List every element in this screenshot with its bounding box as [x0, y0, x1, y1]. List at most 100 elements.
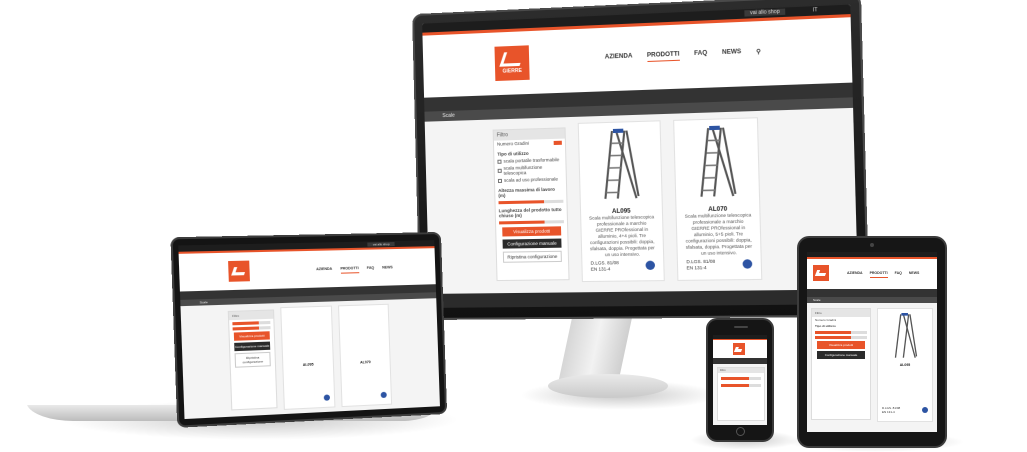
norm-line: EN 131-4: [590, 266, 611, 272]
reset-config-button[interactable]: Ripristina configurazione: [234, 351, 271, 368]
nav-item-faq[interactable]: FAQ: [895, 271, 902, 278]
hero-band: [713, 358, 767, 364]
main-nav: AZIENDA PRODOTTI FAQ NEWS: [847, 271, 919, 278]
certification-badge-icon: [380, 391, 387, 399]
height-slider[interactable]: [232, 320, 271, 326]
type-option[interactable]: scala ad uso professionale: [495, 175, 566, 184]
nav-item-prodotti[interactable]: PRODOTTI: [646, 51, 680, 63]
filter-title[interactable]: Filtro: [718, 368, 764, 373]
nav-item-azienda[interactable]: AZIENDA: [605, 53, 633, 63]
type-option-label: scala multifunzione telescopica: [503, 164, 543, 176]
product-card[interactable]: AL095 Scala multifunzione telescopica pr…: [577, 120, 665, 283]
product-norms: D.LGS. 81/08 EN 131-4: [591, 260, 619, 272]
filter-search-row[interactable]: Numero Gradini: [494, 139, 565, 148]
certification-badge-icon: [645, 260, 656, 270]
language-selector[interactable]: IT: [813, 7, 818, 14]
product-name[interactable]: AL095: [283, 362, 333, 368]
filter-search-button[interactable]: [553, 140, 562, 145]
home-button[interactable]: [736, 427, 745, 436]
filter-panel: Filtro Visualizza prodotti Configurazion…: [227, 309, 278, 411]
logo-mark-icon: [815, 269, 827, 277]
ladder-icon: [698, 125, 738, 199]
checkbox[interactable]: [497, 168, 502, 173]
tablet-screen: AZIENDA PRODOTTI FAQ NEWS Scale Filtro N…: [807, 252, 937, 432]
ladder-icon: [602, 128, 641, 201]
speaker: [734, 326, 748, 328]
nav-item-news[interactable]: NEWS: [382, 265, 393, 272]
camera: [870, 243, 874, 247]
height-slider[interactable]: [815, 331, 867, 334]
filter-panel: Filtro Numero Gradini Tipo di utilizzo s…: [492, 127, 570, 282]
show-products-button[interactable]: Visualizza prodotti: [233, 331, 270, 341]
logo-text: GIERRE: [502, 68, 523, 75]
manual-config-button[interactable]: Configurazione manuale: [234, 341, 271, 352]
nav-item-prodotti[interactable]: PRODOTTI: [340, 266, 359, 274]
height-title: Altezza massima di lavoro (m): [498, 186, 556, 199]
type-title: Tipo di utilizzo: [815, 324, 836, 328]
main-nav: AZIENDA PRODOTTI FAQ NEWS: [316, 265, 393, 274]
product-card[interactable]: AL070 Scala multifunzione telescopica pr…: [673, 117, 763, 281]
nav-item-prodotti[interactable]: PRODOTTI: [869, 271, 888, 278]
filter-title[interactable]: Filtro: [228, 310, 274, 321]
filter-title[interactable]: Filtro: [812, 309, 870, 317]
ladder-icon: [894, 313, 918, 358]
product-name[interactable]: AL070: [341, 359, 390, 365]
product-description: Scala multifunzione telescopica professi…: [588, 214, 655, 258]
product-norms: D.LGS. 81/08 EN 131-4: [686, 259, 715, 272]
nav-item-news[interactable]: NEWS: [722, 49, 741, 59]
breadcrumb[interactable]: Scale: [807, 297, 937, 303]
checkbox[interactable]: [497, 178, 503, 183]
site-header: AZIENDA PRODOTTI FAQ NEWS: [807, 259, 937, 289]
laptop-screen: vai allo shop AZIENDA PRODOTTI FAQ NEWS …: [178, 240, 440, 420]
product-name[interactable]: AL095: [878, 363, 932, 367]
nav-item-news[interactable]: NEWS: [909, 271, 920, 278]
norm-line: EN 131-4: [686, 265, 707, 271]
certification-badge-icon: [323, 394, 331, 401]
main-nav: AZIENDA PRODOTTI FAQ NEWS ⚲: [605, 48, 761, 63]
filter-panel: Filtro: [717, 367, 765, 421]
shop-link[interactable]: vai allo shop: [367, 241, 395, 247]
product-card[interactable]: AL095 D.LGS. 81/08 EN 131-4: [877, 308, 933, 422]
logo[interactable]: [733, 343, 745, 355]
laptop: vai allo shop AZIENDA PRODOTTI FAQ NEWS …: [170, 232, 448, 428]
logo[interactable]: GIERRE: [494, 45, 530, 82]
product-norms: D.LGS. 81/08 EN 131-4: [882, 406, 900, 415]
manual-config-button[interactable]: Configurazione manuale: [502, 238, 562, 249]
hero-band: [807, 289, 937, 297]
checkbox[interactable]: [497, 159, 502, 164]
show-products-button[interactable]: Visualizza prodotti: [502, 226, 562, 237]
logo-mark-icon: [231, 266, 247, 276]
height-slider[interactable]: [721, 377, 761, 380]
tablet: AZIENDA PRODOTTI FAQ NEWS Scale Filtro N…: [797, 236, 947, 448]
show-products-button[interactable]: Visualizza prodotti: [817, 341, 865, 349]
length-slider[interactable]: [499, 220, 564, 225]
length-slider[interactable]: [815, 336, 867, 339]
nav-item-faq[interactable]: FAQ: [367, 266, 375, 273]
product-card[interactable]: AL070: [337, 303, 393, 408]
monitor-base: [548, 374, 668, 398]
shop-link[interactable]: vai allo shop: [744, 8, 786, 17]
nav-item-azienda[interactable]: AZIENDA: [847, 271, 863, 278]
site-header: [713, 340, 767, 358]
norm-line: EN 131-4: [882, 410, 895, 415]
reset-config-button[interactable]: Ripristina configurazione: [502, 250, 562, 263]
logo[interactable]: [813, 265, 829, 281]
filter-search-label: Numero Gradini: [496, 140, 530, 147]
phone-screen: Filtro: [713, 335, 767, 425]
length-slider[interactable]: [721, 384, 761, 387]
search-icon[interactable]: ⚲: [756, 48, 761, 58]
length-slider[interactable]: [232, 326, 271, 331]
filter-panel: Filtro Numero Gradini Tipo di utilizzo V…: [811, 308, 871, 420]
logo[interactable]: [228, 260, 250, 282]
height-slider[interactable]: [498, 199, 564, 205]
certification-badge-icon: [922, 407, 928, 413]
nav-item-faq[interactable]: FAQ: [694, 50, 707, 60]
product-card[interactable]: AL095: [280, 305, 336, 410]
smartphone: Filtro: [706, 318, 774, 442]
monitor-screen: vai allo shop IT GIERRE AZIENDA PRODOTTI…: [422, 4, 859, 308]
manual-config-button[interactable]: Configurazione manuale: [817, 351, 865, 359]
length-title: Lunghezza del prodotto tutto chiuso (m): [498, 206, 562, 219]
nav-item-azienda[interactable]: AZIENDA: [316, 267, 332, 275]
certification-badge-icon: [742, 259, 753, 269]
product-description: Scala multifunzione telescopica professi…: [684, 212, 753, 257]
